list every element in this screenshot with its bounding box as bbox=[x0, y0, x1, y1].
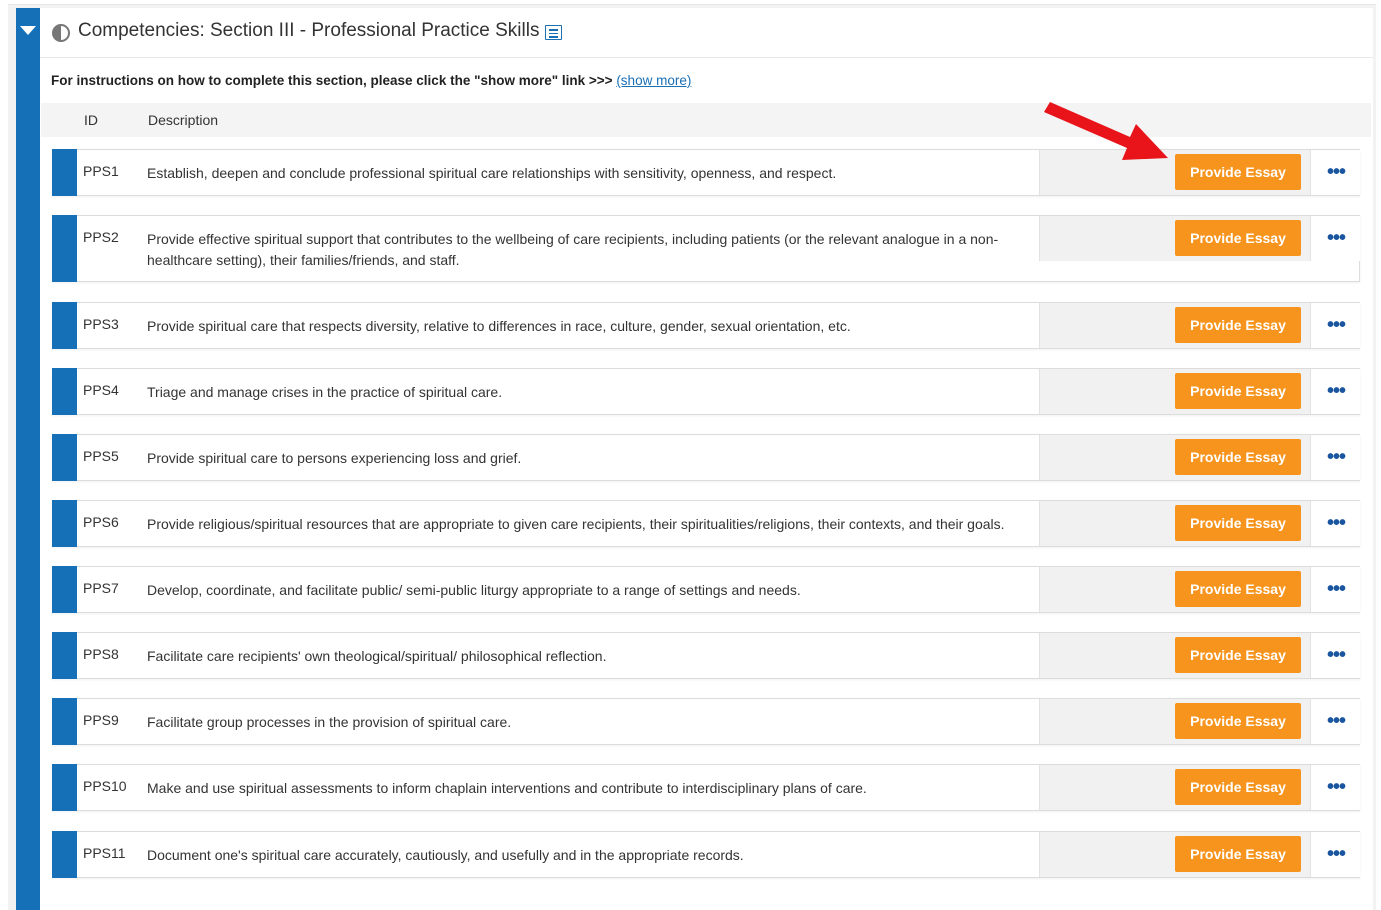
provide-essay-button[interactable]: Provide Essay bbox=[1175, 439, 1301, 475]
red-arrow bbox=[1044, 102, 1168, 160]
provide-essay-button[interactable]: Provide Essay bbox=[1175, 703, 1301, 739]
ellipsis-icon[interactable]: ••• bbox=[1310, 435, 1360, 480]
competency-row: PPS10 Make and use spiritual assessments… bbox=[52, 764, 1360, 811]
more-label: ••• bbox=[1327, 380, 1346, 402]
row-accent bbox=[52, 368, 77, 415]
competency-id: PPS9 bbox=[83, 712, 119, 728]
half-circle-icon bbox=[52, 24, 70, 42]
ellipsis-icon[interactable]: ••• bbox=[1310, 369, 1360, 414]
competency-description: Provide spiritual care to persons experi… bbox=[147, 450, 522, 466]
competency-description: Make and use spiritual assessments to in… bbox=[147, 780, 867, 796]
row-accent bbox=[52, 302, 77, 349]
row-accent bbox=[52, 831, 77, 878]
row-accent bbox=[52, 698, 77, 745]
red-arrow-shape bbox=[1044, 102, 1168, 160]
ellipsis-icon[interactable]: ••• bbox=[1310, 633, 1360, 678]
more-label: ••• bbox=[1327, 161, 1346, 183]
more-label: ••• bbox=[1327, 512, 1346, 534]
ellipsis-icon[interactable]: ••• bbox=[1310, 832, 1360, 877]
column-header-id: ID bbox=[84, 112, 98, 128]
competency-id: PPS7 bbox=[83, 580, 119, 596]
competency-row: PPS6 Provide religious/spiritual resourc… bbox=[52, 500, 1360, 547]
competency-description: Establish, deepen and conclude professio… bbox=[147, 165, 837, 181]
section-sidebar-bar bbox=[16, 8, 40, 910]
row-accent bbox=[52, 632, 77, 679]
provide-essay-button[interactable]: Provide Essay bbox=[1175, 220, 1301, 256]
more-label: ••• bbox=[1327, 314, 1346, 336]
show-more-link[interactable]: (show more) bbox=[616, 73, 691, 88]
more-label: ••• bbox=[1327, 578, 1346, 600]
competency-row: PPS2 Provide effective spiritual support… bbox=[52, 215, 1360, 282]
more-label: ••• bbox=[1327, 227, 1346, 249]
ellipsis-icon[interactable]: ••• bbox=[1310, 501, 1360, 546]
competency-description: Develop, coordinate, and facilitate publ… bbox=[147, 582, 801, 598]
row-accent bbox=[52, 215, 77, 282]
provide-essay-button[interactable]: Provide Essay bbox=[1175, 154, 1301, 190]
competency-id: PPS5 bbox=[83, 448, 119, 464]
provide-essay-button[interactable]: Provide Essay bbox=[1175, 571, 1301, 607]
row-accent bbox=[52, 500, 77, 547]
row-accent bbox=[52, 434, 77, 481]
competency-row: PPS8 Facilitate care recipients' own the… bbox=[52, 632, 1360, 679]
list-icon[interactable] bbox=[545, 25, 562, 40]
provide-essay-button[interactable]: Provide Essay bbox=[1175, 836, 1301, 872]
competency-description: Triage and manage crises in the practice… bbox=[147, 384, 503, 400]
competency-id: PPS1 bbox=[83, 163, 119, 179]
competency-id: PPS11 bbox=[83, 845, 126, 861]
competency-row: PPS5 Provide spiritual care to persons e… bbox=[52, 434, 1360, 481]
competency-description: Document one's spiritual care accurately… bbox=[147, 847, 744, 863]
competency-id: PPS4 bbox=[83, 382, 119, 398]
row-accent bbox=[52, 764, 77, 811]
competency-row: PPS9 Facilitate group processes in the p… bbox=[52, 698, 1360, 745]
ellipsis-icon[interactable]: ••• bbox=[1310, 699, 1360, 744]
row-accent bbox=[52, 566, 77, 613]
competency-row: PPS11 Document one's spiritual care accu… bbox=[52, 831, 1360, 878]
section-title: Competencies: Section III - Professional… bbox=[78, 20, 540, 41]
row-accent bbox=[52, 149, 77, 196]
competency-row: PPS7 Develop, coordinate, and facilitate… bbox=[52, 566, 1360, 613]
more-label: ••• bbox=[1327, 644, 1346, 666]
competency-id: PPS2 bbox=[83, 229, 119, 245]
competency-row: PPS3 Provide spiritual care that respect… bbox=[52, 302, 1360, 349]
more-label: ••• bbox=[1327, 446, 1346, 468]
instructions-label: For instructions on how to complete this… bbox=[51, 73, 617, 88]
more-label: ••• bbox=[1327, 843, 1346, 865]
competency-row: PPS4 Triage and manage crises in the pra… bbox=[52, 368, 1360, 415]
ellipsis-icon[interactable]: ••• bbox=[1310, 216, 1360, 261]
instructions-text: For instructions on how to complete this… bbox=[51, 73, 691, 88]
ellipsis-icon[interactable]: ••• bbox=[1310, 150, 1360, 195]
more-label: ••• bbox=[1327, 776, 1346, 798]
ellipsis-icon[interactable]: ••• bbox=[1310, 567, 1360, 612]
competency-id: PPS3 bbox=[83, 316, 119, 332]
caret-down-icon[interactable] bbox=[20, 26, 36, 35]
competency-description: Facilitate care recipients' own theologi… bbox=[147, 648, 607, 664]
provide-essay-button[interactable]: Provide Essay bbox=[1175, 505, 1301, 541]
competency-id: PPS10 bbox=[83, 778, 127, 794]
competency-description: Provide religious/spiritual resources th… bbox=[147, 516, 1005, 532]
provide-essay-button[interactable]: Provide Essay bbox=[1175, 769, 1301, 805]
competency-description: Facilitate group processes in the provis… bbox=[147, 714, 512, 730]
provide-essay-button[interactable]: Provide Essay bbox=[1175, 637, 1301, 673]
provide-essay-button[interactable]: Provide Essay bbox=[1175, 373, 1301, 409]
more-label: ••• bbox=[1327, 710, 1346, 732]
competency-description: Provide effective spiritual support that… bbox=[147, 231, 999, 268]
provide-essay-button[interactable]: Provide Essay bbox=[1175, 307, 1301, 343]
competency-id: PPS6 bbox=[83, 514, 119, 530]
column-header-description: Description bbox=[148, 112, 219, 128]
ellipsis-icon[interactable]: ••• bbox=[1310, 765, 1360, 810]
competency-description: Provide spiritual care that respects div… bbox=[147, 318, 851, 334]
competency-id: PPS8 bbox=[83, 646, 119, 662]
ellipsis-icon[interactable]: ••• bbox=[1310, 303, 1360, 348]
